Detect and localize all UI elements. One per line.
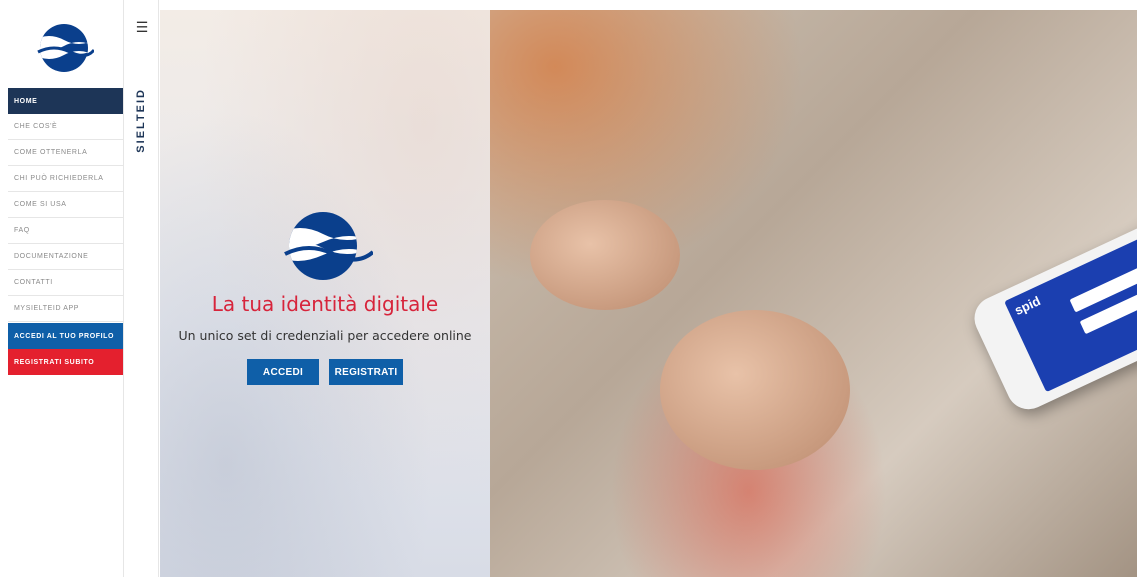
- main-nav: HOME CHE COS'È COME OTTENERLA CHI PUÒ RI…: [8, 88, 123, 375]
- nav-item-chi-puo-richiederla[interactable]: CHI PUÒ RICHIEDERLA: [8, 166, 123, 192]
- phone-screen-label: spid: [1012, 293, 1043, 319]
- nav-item-come-ottenerla[interactable]: COME OTTENERLA: [8, 140, 123, 166]
- smartphone-image: spid: [967, 193, 1137, 417]
- nav-item-documentazione[interactable]: DOCUMENTAZIONE: [8, 244, 123, 270]
- nav-item-accedi-profilo[interactable]: ACCEDI AL TUO PROFILO: [8, 323, 123, 349]
- hero-banner: spid La tua identità digitale Un unico s…: [160, 10, 1137, 577]
- hero-buttons: ACCEDI REGISTRATI: [160, 359, 490, 385]
- nav-item-mysielteid-app[interactable]: MYSIELTEID APP: [8, 296, 123, 322]
- hamburger-menu-icon[interactable]: ☰: [124, 20, 160, 34]
- hero-content: La tua identità digitale Un unico set di…: [160, 210, 490, 385]
- registrati-button[interactable]: REGISTRATI: [329, 359, 403, 385]
- hero-left-panel: La tua identità digitale Un unico set di…: [160, 10, 490, 577]
- hand-shape: [660, 310, 850, 470]
- brand-vertical-label: SIELTEID: [135, 88, 147, 153]
- nav-item-registrati-subito[interactable]: REGISTRATI SUBITO: [8, 349, 123, 375]
- nav-item-home[interactable]: HOME: [8, 88, 123, 114]
- sielteid-hero-logo-icon: [284, 212, 373, 280]
- hero-title: La tua identità digitale: [211, 292, 439, 316]
- hero-photo: spid: [490, 10, 1137, 577]
- sidebar: HOME CHE COS'È COME OTTENERLA CHI PUÒ RI…: [8, 0, 123, 577]
- side-strip: ☰ SIELTEID: [123, 0, 159, 577]
- hero-subtitle: Un unico set di credenziali per accedere…: [178, 328, 472, 343]
- hand-shape: [530, 200, 680, 310]
- nav-item-come-si-usa[interactable]: COME SI USA: [8, 192, 123, 218]
- nav-item-contatti[interactable]: CONTATTI: [8, 270, 123, 296]
- sielteid-logo-icon[interactable]: [34, 22, 94, 74]
- nav-item-faq[interactable]: FAQ: [8, 218, 123, 244]
- accedi-button[interactable]: ACCEDI: [247, 359, 319, 385]
- phone-screen: spid: [1004, 217, 1137, 393]
- nav-item-che-cose[interactable]: CHE COS'È: [8, 114, 123, 140]
